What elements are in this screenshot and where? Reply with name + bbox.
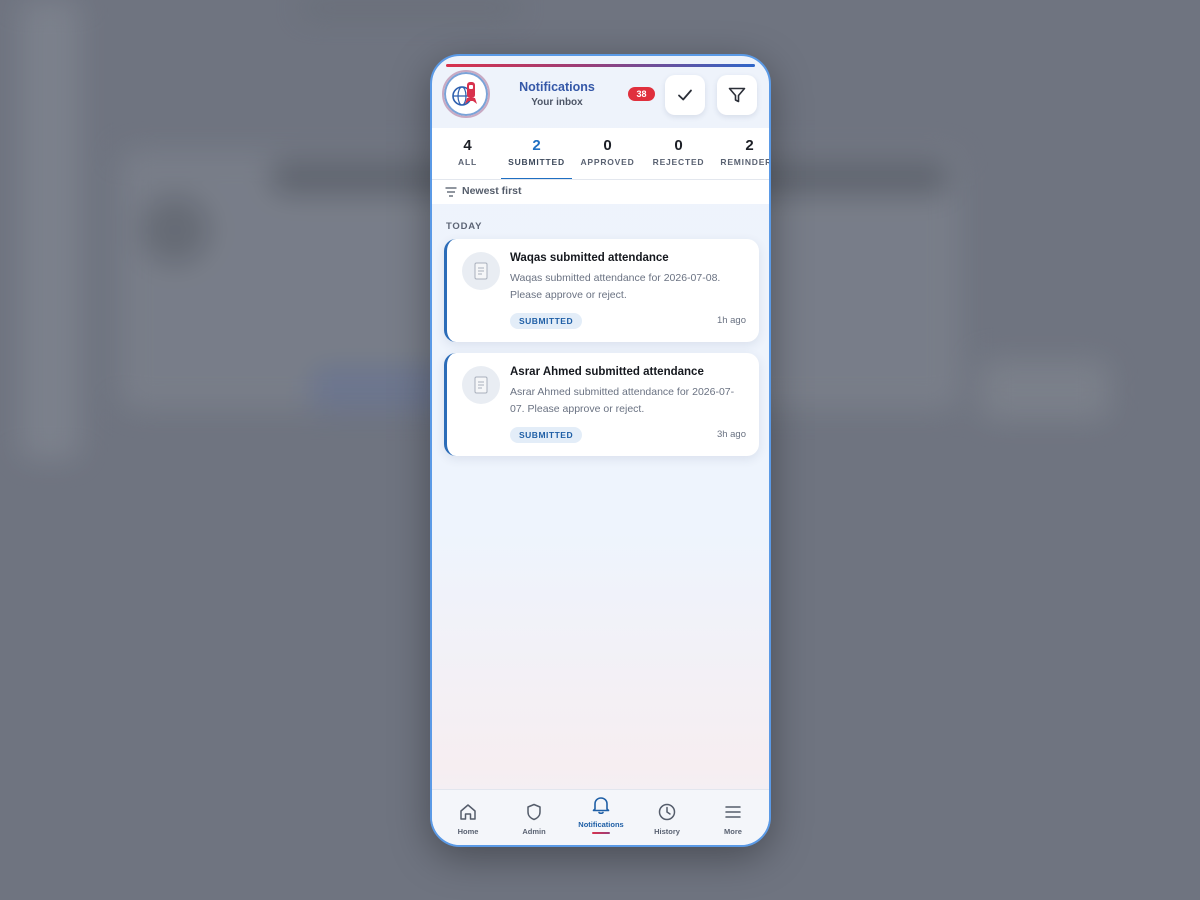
tab-all[interactable]: 4 ALL <box>432 128 503 179</box>
notification-body: Asrar Ahmed submitted attendance for 202… <box>510 386 735 415</box>
unread-count-badge: 38 <box>628 87 655 101</box>
status-badge: SUBMITTED <box>510 427 583 443</box>
nav-more[interactable]: More <box>700 790 766 845</box>
tab-reminders[interactable]: 2 REMINDERS <box>714 128 769 179</box>
document-icon <box>462 366 500 404</box>
nav-notifications[interactable]: Notifications <box>568 790 634 845</box>
mark-all-read-button[interactable] <box>665 75 705 115</box>
nav-label: More <box>724 827 742 836</box>
tab-submitted[interactable]: 2 SUBMITTED <box>501 128 572 179</box>
nav-label: Admin <box>522 827 546 836</box>
home-icon <box>460 804 476 820</box>
nav-home[interactable]: Home <box>435 790 501 845</box>
page-subtitle: Your inbox <box>531 97 583 108</box>
header-title-group: Notifications Your inbox <box>506 80 608 108</box>
check-icon <box>678 89 692 101</box>
shield-icon <box>527 803 541 821</box>
active-nav-indicator <box>592 832 610 834</box>
notification-card[interactable]: Asrar Ahmed submitted attendance Asrar A… <box>444 353 759 456</box>
app-header: Notifications Your inbox 38 <box>432 56 769 128</box>
filter-button[interactable] <box>717 75 757 115</box>
tab-count: 4 <box>463 137 472 154</box>
nav-label: History <box>654 827 680 836</box>
nav-history[interactable]: History <box>634 790 700 845</box>
clock-icon <box>658 803 676 821</box>
company-logo[interactable] <box>442 70 490 118</box>
funnel-icon <box>728 87 746 103</box>
tab-count: 0 <box>674 137 683 154</box>
tab-rejected[interactable]: 0 REJECTED <box>643 128 714 179</box>
tab-label: REMINDERS <box>720 157 769 167</box>
sort-lines-icon <box>445 187 457 197</box>
bell-icon <box>592 797 610 815</box>
notification-title: Asrar Ahmed submitted attendance <box>510 366 704 378</box>
tab-label: REJECTED <box>652 157 705 167</box>
notification-title: Waqas submitted attendance <box>510 252 669 264</box>
tab-label: APPROVED <box>580 157 635 167</box>
document-icon <box>462 252 500 290</box>
notification-time: 3h ago <box>716 429 746 440</box>
status-badge: SUBMITTED <box>510 313 583 329</box>
status-tabs: 4 ALL 2 SUBMITTED 0 APPROVED 0 REJECTED … <box>432 128 769 180</box>
notification-card[interactable]: Waqas submitted attendance Waqas submitt… <box>444 239 759 342</box>
tab-count: 2 <box>532 137 541 154</box>
sort-label: Newest first <box>462 185 522 197</box>
nav-label: Notifications <box>578 820 624 829</box>
section-header-today: TODAY <box>446 221 483 232</box>
notification-time: 1h ago <box>716 315 746 326</box>
tab-label: ALL <box>458 157 477 167</box>
tab-approved[interactable]: 0 APPROVED <box>572 128 643 179</box>
tab-label: SUBMITTED <box>508 157 565 167</box>
sort-control[interactable]: Newest first <box>432 180 769 204</box>
menu-icon <box>725 806 741 818</box>
tab-count: 2 <box>745 137 754 154</box>
nav-admin[interactable]: Admin <box>501 790 567 845</box>
phone-frame: Notifications Your inbox 38 4 ALL 2 SUBM… <box>430 54 771 847</box>
bottom-navigation: Home Admin Notifications History More <box>432 789 769 845</box>
notification-body: Waqas submitted attendance for 2026-07-0… <box>510 272 721 301</box>
nav-label: Home <box>457 827 479 836</box>
page-title: Notifications <box>519 80 595 94</box>
tab-count: 0 <box>603 137 612 154</box>
